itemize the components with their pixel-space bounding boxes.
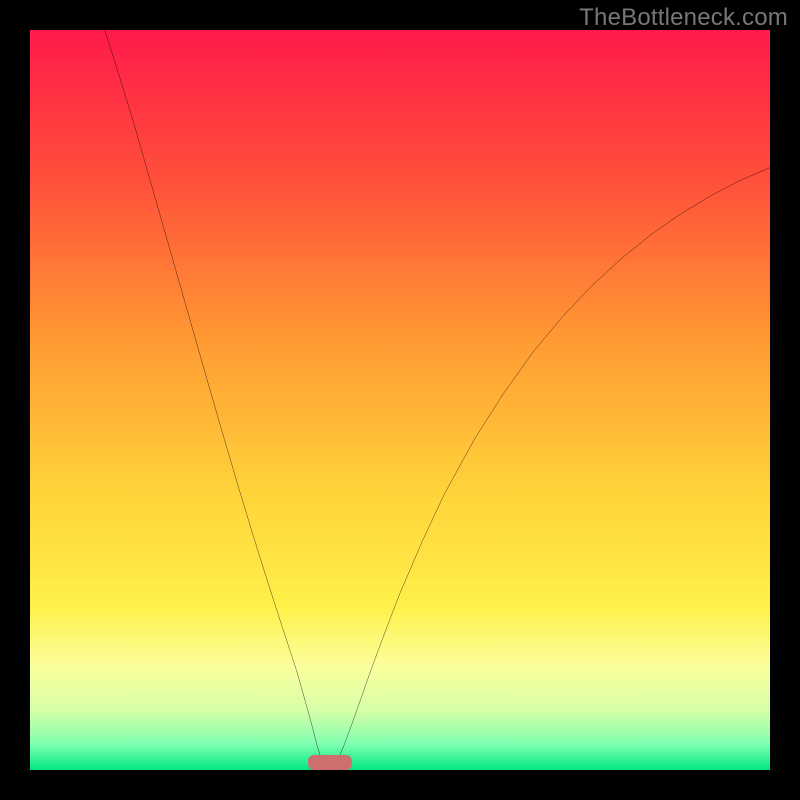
watermark-text: TheBottleneck.com <box>579 4 788 32</box>
curve-layer <box>30 30 770 770</box>
bottleneck-curve <box>105 30 770 770</box>
chart-frame: TheBottleneck.com <box>0 0 800 800</box>
plot-area <box>30 30 770 770</box>
optimal-marker <box>308 755 352 770</box>
